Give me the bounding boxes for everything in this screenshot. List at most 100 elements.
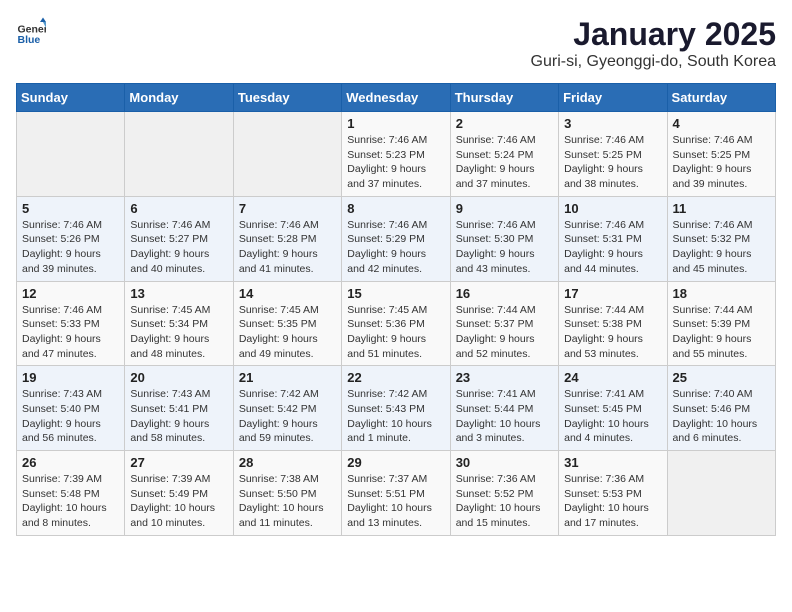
calendar-cell: 15 Sunrise: 7:45 AMSunset: 5:36 PMDayligh…: [342, 281, 450, 366]
day-info: Sunrise: 7:37 AMSunset: 5:51 PMDaylight:…: [347, 472, 444, 531]
day-info: Sunrise: 7:44 AMSunset: 5:37 PMDaylight:…: [456, 303, 553, 362]
week-row-5: 26Sunrise: 7:39 AMSunset: 5:48 PMDayligh…: [17, 451, 776, 536]
calendar-cell: 8 Sunrise: 7:46 AMSunset: 5:29 PMDaylight…: [342, 196, 450, 281]
day-info: Sunrise: 7:46 AMSunset: 5:30 PMDaylight:…: [456, 218, 553, 277]
logo: General Blue: [16, 16, 46, 46]
day-info: Sunrise: 7:41 AMSunset: 5:44 PMDaylight:…: [456, 387, 553, 446]
weekday-header-sunday: Sunday: [17, 84, 125, 112]
day-number: 11: [673, 201, 770, 216]
day-info: Sunrise: 7:38 AMSunset: 5:50 PMDaylight:…: [239, 472, 336, 531]
day-number: 28: [239, 455, 336, 470]
day-info: Sunrise: 7:46 AMSunset: 5:25 PMDaylight:…: [673, 133, 770, 192]
page-title: January 2025: [531, 16, 776, 53]
page-header: General Blue January 2025 Guri-si, Gyeon…: [16, 16, 776, 71]
day-info: Sunrise: 7:39 AMSunset: 5:48 PMDaylight:…: [22, 472, 119, 531]
calendar-cell: 12Sunrise: 7:46 AMSunset: 5:33 PMDayligh…: [17, 281, 125, 366]
weekday-header-monday: Monday: [125, 84, 233, 112]
day-info: Sunrise: 7:46 AMSunset: 5:31 PMDaylight:…: [564, 218, 661, 277]
calendar-cell: 24Sunrise: 7:41 AMSunset: 5:45 PMDayligh…: [559, 366, 667, 451]
day-number: 19: [22, 370, 119, 385]
day-info: Sunrise: 7:42 AMSunset: 5:42 PMDaylight:…: [239, 387, 336, 446]
calendar-table: SundayMondayTuesdayWednesdayThursdayFrid…: [16, 83, 776, 536]
logo-icon: General Blue: [16, 16, 46, 46]
day-info: Sunrise: 7:46 AMSunset: 5:25 PMDaylight:…: [564, 133, 661, 192]
weekday-header-saturday: Saturday: [667, 84, 775, 112]
day-number: 10: [564, 201, 661, 216]
calendar-cell: 30 Sunrise: 7:36 AMSunset: 5:52 PMDayligh…: [450, 451, 558, 536]
day-number: 2: [456, 116, 553, 131]
calendar-cell: 16 Sunrise: 7:44 AMSunset: 5:37 PMDayligh…: [450, 281, 558, 366]
day-info: Sunrise: 7:36 AMSunset: 5:52 PMDaylight:…: [456, 472, 553, 531]
day-info: Sunrise: 7:45 AMSunset: 5:34 PMDaylight:…: [130, 303, 227, 362]
calendar-cell: 22 Sunrise: 7:42 AMSunset: 5:43 PMDayligh…: [342, 366, 450, 451]
day-info: Sunrise: 7:40 AMSunset: 5:46 PMDaylight:…: [673, 387, 770, 446]
calendar-cell: 25 Sunrise: 7:40 AMSunset: 5:46 PMDayligh…: [667, 366, 775, 451]
weekday-header-row: SundayMondayTuesdayWednesdayThursdayFrid…: [17, 84, 776, 112]
day-info: Sunrise: 7:45 AMSunset: 5:36 PMDaylight:…: [347, 303, 444, 362]
day-info: Sunrise: 7:36 AMSunset: 5:53 PMDaylight:…: [564, 472, 661, 531]
day-number: 4: [673, 116, 770, 131]
weekday-header-friday: Friday: [559, 84, 667, 112]
calendar-cell: 5 Sunrise: 7:46 AMSunset: 5:26 PMDaylight…: [17, 196, 125, 281]
day-number: 7: [239, 201, 336, 216]
day-number: 29: [347, 455, 444, 470]
calendar-cell: 28 Sunrise: 7:38 AMSunset: 5:50 PMDayligh…: [233, 451, 341, 536]
calendar-cell: 21 Sunrise: 7:42 AMSunset: 5:42 PMDayligh…: [233, 366, 341, 451]
day-number: 15: [347, 286, 444, 301]
calendar-cell: 3 Sunrise: 7:46 AMSunset: 5:25 PMDaylight…: [559, 112, 667, 197]
week-row-1: 1 Sunrise: 7:46 AMSunset: 5:23 PMDaylight…: [17, 112, 776, 197]
calendar-cell: 1 Sunrise: 7:46 AMSunset: 5:23 PMDaylight…: [342, 112, 450, 197]
day-number: 25: [673, 370, 770, 385]
day-number: 3: [564, 116, 661, 131]
day-number: 31: [564, 455, 661, 470]
day-info: Sunrise: 7:42 AMSunset: 5:43 PMDaylight:…: [347, 387, 444, 446]
day-info: Sunrise: 7:46 AMSunset: 5:24 PMDaylight:…: [456, 133, 553, 192]
calendar-cell: 29 Sunrise: 7:37 AMSunset: 5:51 PMDayligh…: [342, 451, 450, 536]
day-number: 16: [456, 286, 553, 301]
day-number: 5: [22, 201, 119, 216]
day-info: Sunrise: 7:46 AMSunset: 5:29 PMDaylight:…: [347, 218, 444, 277]
day-info: Sunrise: 7:43 AMSunset: 5:40 PMDaylight:…: [22, 387, 119, 446]
day-number: 12: [22, 286, 119, 301]
calendar-cell: 31 Sunrise: 7:36 AMSunset: 5:53 PMDayligh…: [559, 451, 667, 536]
day-info: Sunrise: 7:45 AMSunset: 5:35 PMDaylight:…: [239, 303, 336, 362]
calendar-cell: 17 Sunrise: 7:44 AMSunset: 5:38 PMDayligh…: [559, 281, 667, 366]
day-info: Sunrise: 7:39 AMSunset: 5:49 PMDaylight:…: [130, 472, 227, 531]
day-number: 14: [239, 286, 336, 301]
calendar-cell: 27Sunrise: 7:39 AMSunset: 5:49 PMDayligh…: [125, 451, 233, 536]
week-row-4: 19 Sunrise: 7:43 AMSunset: 5:40 PMDayligh…: [17, 366, 776, 451]
calendar-cell: 9 Sunrise: 7:46 AMSunset: 5:30 PMDaylight…: [450, 196, 558, 281]
day-info: Sunrise: 7:46 AMSunset: 5:28 PMDaylight:…: [239, 218, 336, 277]
day-info: Sunrise: 7:41 AMSunset: 5:45 PMDaylight:…: [564, 387, 661, 446]
day-number: 13: [130, 286, 227, 301]
calendar-cell: 23 Sunrise: 7:41 AMSunset: 5:44 PMDayligh…: [450, 366, 558, 451]
weekday-header-tuesday: Tuesday: [233, 84, 341, 112]
calendar-cell: 20Sunrise: 7:43 AMSunset: 5:41 PMDayligh…: [125, 366, 233, 451]
day-info: Sunrise: 7:44 AMSunset: 5:39 PMDaylight:…: [673, 303, 770, 362]
calendar-cell: 4 Sunrise: 7:46 AMSunset: 5:25 PMDaylight…: [667, 112, 775, 197]
day-info: Sunrise: 7:44 AMSunset: 5:38 PMDaylight:…: [564, 303, 661, 362]
day-number: 21: [239, 370, 336, 385]
week-row-2: 5 Sunrise: 7:46 AMSunset: 5:26 PMDaylight…: [17, 196, 776, 281]
day-number: 1: [347, 116, 444, 131]
page-subtitle: Guri-si, Gyeonggi-do, South Korea: [531, 53, 776, 71]
day-number: 23: [456, 370, 553, 385]
calendar-cell: [233, 112, 341, 197]
calendar-cell: [667, 451, 775, 536]
day-number: 30: [456, 455, 553, 470]
weekday-header-thursday: Thursday: [450, 84, 558, 112]
calendar-cell: [125, 112, 233, 197]
calendar-cell: [17, 112, 125, 197]
day-number: 20: [130, 370, 227, 385]
svg-text:Blue: Blue: [18, 34, 41, 46]
day-number: 8: [347, 201, 444, 216]
day-number: 9: [456, 201, 553, 216]
calendar-cell: 11Sunrise: 7:46 AMSunset: 5:32 PMDayligh…: [667, 196, 775, 281]
day-number: 6: [130, 201, 227, 216]
day-info: Sunrise: 7:46 AMSunset: 5:26 PMDaylight:…: [22, 218, 119, 277]
day-number: 17: [564, 286, 661, 301]
day-number: 18: [673, 286, 770, 301]
day-number: 22: [347, 370, 444, 385]
day-info: Sunrise: 7:46 AMSunset: 5:23 PMDaylight:…: [347, 133, 444, 192]
weekday-header-wednesday: Wednesday: [342, 84, 450, 112]
